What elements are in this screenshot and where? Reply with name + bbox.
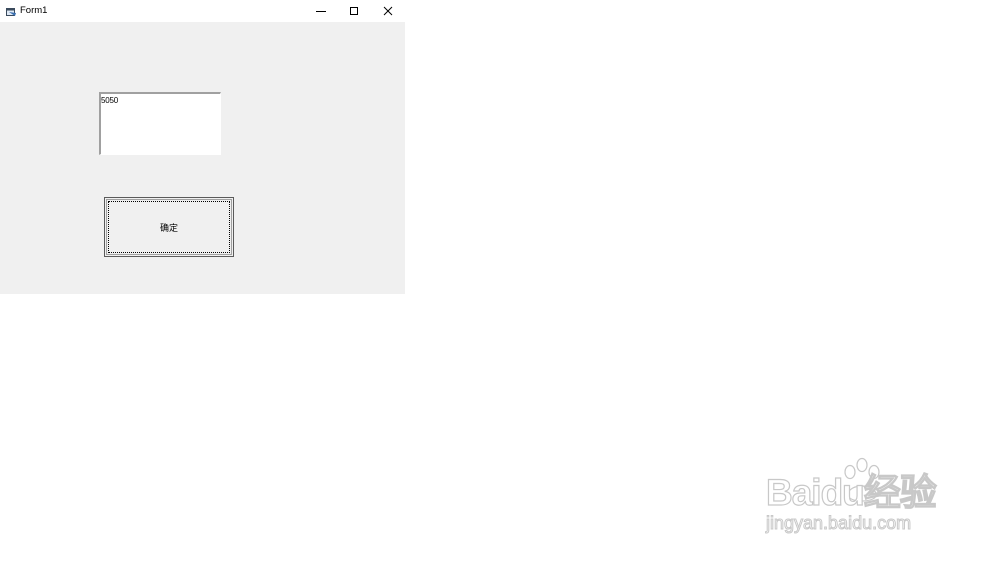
watermark-url: jingyan.baidu.com xyxy=(765,513,912,534)
textbox-value: 5050 xyxy=(101,96,118,105)
close-icon xyxy=(383,6,393,16)
window-title: Form1 xyxy=(20,5,48,16)
minimize-icon xyxy=(316,11,326,12)
close-button[interactable] xyxy=(371,0,405,22)
confirm-button[interactable]: 确定 xyxy=(104,197,234,257)
confirm-button-label: 确定 xyxy=(159,223,178,234)
minimize-button[interactable] xyxy=(304,0,338,22)
maximize-button[interactable] xyxy=(337,0,371,22)
maximize-icon xyxy=(350,7,358,15)
watermark-logo: Baidu经验 xyxy=(765,472,937,513)
title-bar[interactable]: Form1 xyxy=(0,0,405,22)
result-textbox[interactable]: 5050 xyxy=(99,92,221,155)
app-icon[interactable] xyxy=(6,5,17,16)
baidu-jingyan-watermark: Baidu经验 jingyan.baidu.com xyxy=(765,455,951,545)
form1-window: Form1 5050 确定 xyxy=(0,0,405,294)
